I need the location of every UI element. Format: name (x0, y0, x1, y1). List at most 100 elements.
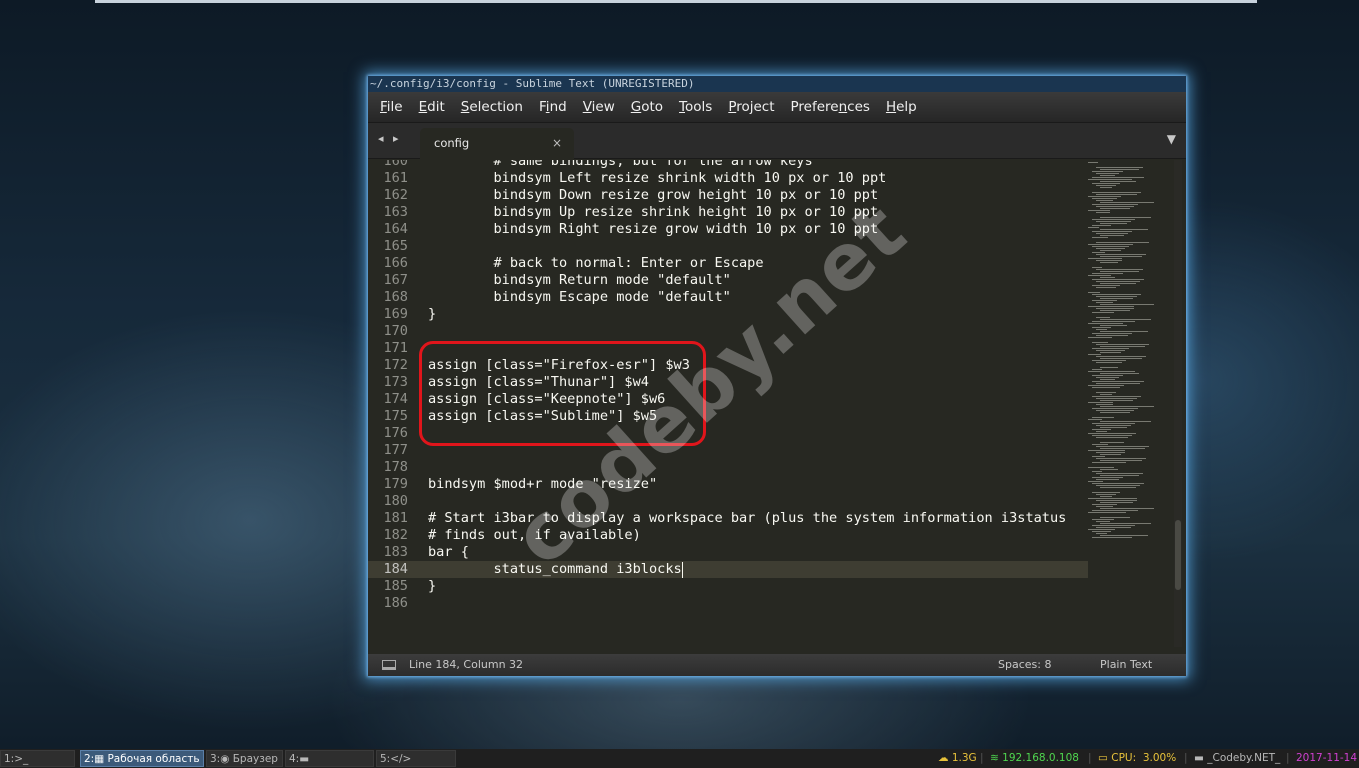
minimap-line (1092, 396, 1141, 397)
scroll-thumb[interactable] (1175, 520, 1181, 590)
disk-status: ☁ 1.3G (938, 752, 977, 764)
code-line[interactable]: 169} (368, 306, 1088, 323)
code-line[interactable]: 185} (368, 578, 1088, 595)
workspace-button-4[interactable]: 4:▬ Проводник (285, 750, 374, 767)
menu-item-selection[interactable]: Selection (461, 99, 523, 115)
minimap-line (1092, 192, 1141, 193)
minimap-line (1096, 260, 1122, 261)
minimap-line (1100, 475, 1139, 476)
menu-item-tools[interactable]: Tools (679, 99, 712, 115)
line-text: status_command i3blocks (428, 561, 682, 577)
minimap-line (1100, 298, 1133, 299)
minimap[interactable] (1088, 160, 1174, 647)
minimap-line (1096, 425, 1131, 426)
minimap-line (1092, 237, 1108, 238)
code-line[interactable]: 178 (368, 459, 1088, 476)
minimap-line (1092, 471, 1102, 472)
minimap-line (1100, 187, 1112, 188)
line-text: bindsym Down resize grow height 10 px or… (428, 187, 879, 203)
workspace-button-2[interactable]: 2:▦ Рабочая область (80, 750, 204, 767)
code-line[interactable]: 180 (368, 493, 1088, 510)
menu-item-preferences[interactable]: Preferences (791, 99, 870, 115)
minimap-line (1092, 333, 1132, 334)
line-text: bindsym Left resize shrink width 10 px o… (428, 170, 887, 186)
minimap-line (1096, 248, 1125, 249)
code-line[interactable]: 179 bindsym $mod+r mode "resize" (368, 476, 1088, 493)
line-text: # back to normal: Enter or Escape (428, 255, 764, 271)
code-line[interactable]: 165 (368, 238, 1088, 255)
minimap-line (1088, 258, 1122, 259)
panel-toggle-icon[interactable] (382, 660, 396, 670)
minimap-line (1092, 252, 1105, 253)
minimap-line (1092, 198, 1117, 199)
code-line[interactable]: 162 bindsym Down resize grow height 10 p… (368, 187, 1088, 204)
minimap-line (1096, 452, 1125, 453)
code-line[interactable]: 170 (368, 323, 1088, 340)
menu-item-help[interactable]: Help (886, 99, 917, 115)
menu-item-project[interactable]: Project (728, 99, 774, 115)
line-number: 161 (383, 170, 408, 186)
code-line[interactable]: 182 # finds out, if available) (368, 527, 1088, 544)
line-text: } (428, 306, 437, 322)
workspace-button-1[interactable]: 1:>_ Терминал (0, 750, 75, 767)
minimap-line (1092, 321, 1135, 322)
wifi-icon: ≋ (990, 752, 999, 764)
minimap-line (1100, 271, 1139, 272)
minimap-line (1096, 383, 1140, 384)
minimap-line (1092, 279, 1144, 280)
code-line[interactable]: 186 (368, 595, 1088, 612)
minimap-line (1092, 456, 1105, 457)
minimap-line (1092, 231, 1132, 232)
minimap-line (1100, 406, 1154, 407)
minimap-line (1100, 358, 1142, 359)
line-text: bindsym Right resize grow width 10 px or… (428, 221, 879, 237)
workspace-button-5[interactable]: 5:</> Редактор (376, 750, 456, 767)
menu-item-goto[interactable]: Goto (631, 99, 663, 115)
workspace-button-3[interactable]: 3:◉ Браузер (206, 750, 283, 767)
minimap-line (1096, 167, 1143, 168)
minimap-line (1096, 329, 1107, 330)
code-line[interactable]: 183 bar { (368, 544, 1088, 561)
minimap-line (1100, 304, 1154, 305)
vertical-scrollbar[interactable] (1174, 160, 1182, 647)
minimap-line (1100, 256, 1142, 257)
chevron-down-icon[interactable]: ▼ (1167, 132, 1176, 146)
tab-config[interactable]: config × (420, 128, 574, 159)
minimap-line (1100, 502, 1133, 503)
separator: | (1088, 752, 1092, 764)
minimap-line (1092, 387, 1120, 388)
close-icon[interactable]: × (552, 136, 562, 150)
minimap-line (1100, 454, 1121, 455)
code-line[interactable]: 164 bindsym Right resize grow width 10 p… (368, 221, 1088, 238)
minimap-line (1088, 402, 1113, 403)
minimap-line (1092, 171, 1123, 172)
code-line[interactable]: 161 bindsym Left resize shrink width 10 … (368, 170, 1088, 187)
tab-nav-arrows-icon[interactable]: ◂ ▸ (378, 132, 402, 145)
menu-item-find[interactable]: Find (539, 99, 567, 115)
minimap-line (1096, 446, 1149, 447)
code-line[interactable]: 166 # back to normal: Enter or Escape (368, 255, 1088, 272)
code-line[interactable]: 181 # Start i3bar to display a workspace … (368, 510, 1088, 527)
minimap-line (1092, 477, 1123, 478)
minimap-line (1096, 173, 1119, 174)
menu-item-view[interactable]: View (583, 99, 615, 115)
code-line[interactable]: 168 bindsym Escape mode "default" (368, 289, 1088, 306)
menu-item-file[interactable]: File (380, 99, 403, 115)
minimap-line (1096, 458, 1146, 459)
minimap-line (1100, 277, 1115, 278)
menu-item-edit[interactable]: Edit (419, 99, 445, 115)
minimap-line (1096, 392, 1116, 393)
code-line[interactable]: 160 # same bindings, but for the arrow k… (368, 160, 1088, 170)
minimap-line (1096, 221, 1131, 222)
minimap-line (1088, 419, 1102, 420)
code-line[interactable]: 184 status_command i3blocks (368, 561, 1088, 578)
syntax-setting[interactable]: Plain Text (1100, 654, 1152, 676)
line-number: 184 (383, 561, 408, 577)
minimap-line (1100, 202, 1154, 203)
code-line[interactable]: 163 bindsym Up resize shrink height 10 p… (368, 204, 1088, 221)
minimap-line (1088, 196, 1121, 197)
code-line[interactable]: 167 bindsym Return mode "default" (368, 272, 1088, 289)
indentation-setting[interactable]: Spaces: 8 (998, 654, 1051, 676)
minimap-line (1088, 354, 1101, 355)
minimap-line (1096, 254, 1146, 255)
